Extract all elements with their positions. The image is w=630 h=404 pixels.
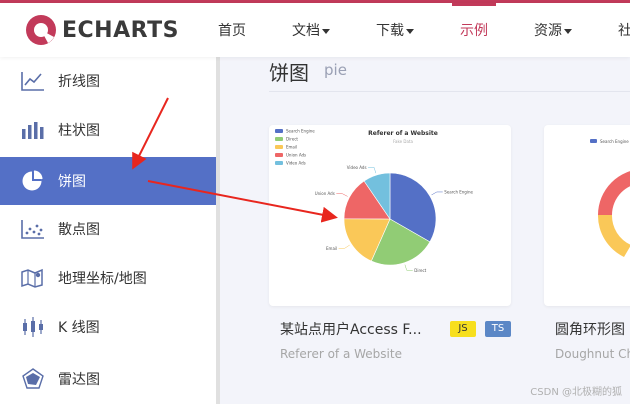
nav-download[interactable]: 下载 — [376, 3, 414, 57]
nav-examples[interactable]: 示例 — [452, 3, 496, 57]
sidebar-item-candlestick[interactable]: K 线图 — [0, 303, 216, 351]
bar-chart-icon — [22, 122, 44, 139]
echarts-logo[interactable]: ECHARTS — [24, 11, 179, 49]
label-leader-line — [336, 193, 348, 197]
sidebar-item-label: K 线图 — [58, 320, 100, 336]
chevron-down-icon — [406, 28, 414, 34]
legend-swatch — [275, 129, 283, 133]
scatter-chart-icon — [21, 220, 44, 239]
legend-swatch — [275, 153, 283, 157]
legend-label: Search Engine — [600, 139, 629, 144]
doughnut-segment — [598, 171, 630, 215]
sidebar-item-label: 柱状图 — [58, 123, 100, 139]
title-divider — [269, 91, 630, 92]
card-title[interactable]: 圆角环形图 — [555, 319, 630, 339]
slice-label: Direct — [414, 268, 426, 273]
sidebar-item-label: 雷达图 — [58, 372, 100, 388]
legend-label: Video Ads — [286, 161, 306, 166]
legend-swatch — [275, 137, 283, 141]
map-icon — [21, 268, 43, 288]
nav-docs[interactable]: 文档 — [292, 3, 330, 57]
pie-chart-icon — [22, 170, 43, 191]
card-subtitle: Referer of a Website — [280, 347, 402, 361]
page-title: 饼图 — [269, 61, 309, 85]
line-chart-icon — [21, 72, 44, 91]
candlestick-icon — [23, 317, 43, 337]
label-leader-line — [338, 244, 350, 249]
doughnut-chart-preview: Search Engine — [590, 139, 630, 257]
sidebar-item-bar[interactable]: 柱状图 — [0, 106, 216, 154]
slice-label: Search Engine — [444, 189, 473, 194]
card-subtitle: Doughnut Ch — [555, 347, 630, 361]
legend-swatch — [590, 139, 597, 143]
nav-resources[interactable]: 资源 — [534, 3, 572, 57]
sidebar-item-label: 散点图 — [58, 222, 100, 238]
top-nav-bar: ECHARTS 首页 文档 下载 示例 资源 社 — [0, 3, 630, 57]
radar-icon — [22, 368, 44, 389]
chart-title: Referer of a Website — [368, 130, 438, 137]
logo-text: ECHARTS — [62, 17, 179, 43]
slice-label: Email — [326, 246, 337, 251]
sidebar-item-radar[interactable]: 雷达图 — [0, 355, 216, 403]
doughnut-segment — [597, 215, 630, 257]
ts-badge[interactable]: TS — [485, 321, 511, 337]
card-title[interactable]: 某站点用户Access F... — [280, 319, 440, 339]
legend-label: Search Engine — [286, 129, 315, 134]
slice-label: Union Ads — [315, 191, 335, 196]
legend-swatch — [275, 145, 283, 149]
sidebar-item-line[interactable]: 折线图 — [0, 57, 216, 105]
main-content: 饼图 pie Search Engine Direct Email Union Ads… — [221, 57, 630, 404]
nav-home[interactable]: 首页 — [218, 3, 246, 57]
example-card-thumbnail[interactable]: Search Engine Direct Email Union Ads Video A… — [269, 125, 511, 306]
pie-chart-preview: Search Engine Direct Email Union Ads Video A… — [275, 129, 474, 273]
sidebar-item-label: 饼图 — [58, 174, 86, 190]
label-leader-line — [431, 191, 443, 196]
sidebar-item-pie[interactable]: 饼图 — [0, 157, 216, 205]
sidebar-item-scatter[interactable]: 散点图 — [0, 205, 216, 253]
sidebar-scrollbar[interactable] — [216, 57, 220, 404]
watermark: CSDN @北极糊的狐 — [530, 387, 622, 398]
example-card-thumbnail[interactable]: Search Engine — [544, 125, 630, 306]
legend-swatch — [275, 161, 283, 165]
slice-label: Video Ads — [347, 165, 367, 170]
label-leader-line — [368, 167, 377, 174]
js-badge[interactable]: JS — [450, 321, 476, 337]
chevron-down-icon — [322, 28, 330, 34]
sidebar-item-label: 折线图 — [58, 74, 100, 90]
sidebar-item-map[interactable]: 地理坐标/地图 — [0, 254, 216, 302]
chart-subtitle: Fake Data — [393, 139, 413, 144]
legend-label: Direct — [286, 137, 298, 142]
legend-label: Email — [286, 145, 297, 150]
nav-community[interactable]: 社 — [618, 3, 630, 57]
sidebar-item-label: 地理坐标/地图 — [58, 271, 147, 287]
echarts-logo-icon — [26, 15, 56, 45]
page-subtitle: pie — [324, 61, 347, 79]
chevron-down-icon — [564, 28, 572, 34]
legend-label: Union Ads — [286, 153, 306, 158]
label-leader-line — [404, 264, 413, 271]
chart-type-sidebar: 折线图 柱状图 饼图 散点图 地理坐标/地图 K 线图 雷达图 — [0, 57, 217, 404]
